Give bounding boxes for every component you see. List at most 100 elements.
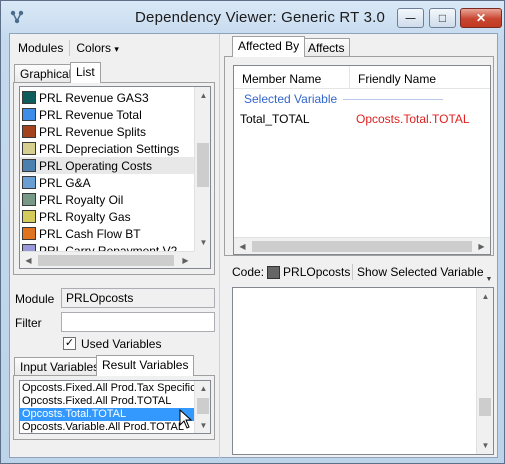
menu-bar: Modules Colors ▾ [14,38,123,58]
dependency-viewer-window: Dependency Viewer: Generic RT 3.0 — □ ✕ … [0,0,505,464]
used-variables-label: Used Variables [81,337,162,351]
color-swatch [22,91,36,104]
grid-header: Member Name Friendly Name [234,66,490,89]
list-item[interactable]: Opcosts.Variable.All Prod.TOTAL [20,421,194,433]
pane-splitter[interactable] [219,34,220,459]
list-item[interactable]: PRL G&A [20,174,194,191]
scroll-down-icon[interactable]: ▼ [195,234,210,251]
list-item[interactable]: PRL Revenue GAS3 [20,89,194,106]
group-header: Selected Variable [244,92,444,106]
scroll-left-icon[interactable]: ◀ [20,252,37,268]
code-label: Code: [232,265,265,279]
scroll-up-icon[interactable]: ▲ [477,288,494,305]
scroll-thumb[interactable] [197,398,209,414]
list-item[interactable]: PRL Cash Flow BT [20,225,194,242]
title-bar[interactable]: Dependency Viewer: Generic RT 3.0 — □ ✕ [1,1,504,33]
tab-input-variables[interactable]: Input Variables [14,357,106,376]
code-toolbar: Code: PRLOpcosts Show Selected Variable … [230,260,494,284]
module-list-hscroll[interactable]: ◀ ▶ [20,251,194,268]
scroll-corner [194,251,210,268]
show-selected-variable-button[interactable]: Show Selected Variable [357,260,484,284]
filter-input[interactable] [61,312,215,332]
filter-label: Filter [15,316,42,330]
menu-colors[interactable]: Colors ▾ [72,41,123,55]
list-item-label: PRL Operating Costs [39,158,152,173]
tab-affected-by[interactable]: Affected By [232,36,306,57]
module-list-vscroll[interactable]: ▲ ▼ [194,87,210,251]
app-icon [10,10,24,24]
list-item[interactable]: Opcosts.Fixed.All Prod.TOTAL [20,395,194,408]
color-swatch [22,108,36,121]
tab-graphical[interactable]: Graphical [14,64,78,83]
code-module-button[interactable]: Code: PRLOpcosts [232,260,350,284]
scroll-thumb[interactable] [197,143,209,187]
scroll-up-icon[interactable]: ▲ [195,87,210,104]
list-tab-panel: PRL Revenue GAS3 PRL Revenue Total PRL R… [13,82,215,275]
minimize-icon: — [405,12,416,24]
color-swatch [22,227,36,240]
close-button[interactable]: ✕ [460,8,502,28]
scroll-right-icon[interactable]: ▶ [177,252,194,268]
code-module-label: PRLOpcosts [283,265,351,279]
list-item-selected[interactable]: Opcosts.Total.TOTAL [20,408,194,421]
scroll-thumb[interactable] [479,398,491,416]
list-item-label: PRL G&A [39,175,91,190]
list-item-label: PRL Royalty Oil [39,192,124,207]
list-item-label: PRL Cash Flow BT [39,226,141,241]
module-list[interactable]: PRL Revenue GAS3 PRL Revenue Total PRL R… [19,86,211,269]
list-item[interactable]: PRL Revenue Splits [20,123,194,140]
overflow-icon[interactable]: ▼ [484,276,494,284]
list-item[interactable]: PRL Royalty Oil [20,191,194,208]
code-view[interactable]: ▲ ▼ [232,287,494,455]
result-list-vscroll[interactable]: ▲ ▼ [194,381,210,433]
color-swatch [22,193,36,206]
scroll-right-icon[interactable]: ▶ [473,238,490,254]
close-icon: ✕ [475,11,487,25]
list-item-label: PRL Revenue GAS3 [39,90,149,105]
minimize-button[interactable]: — [397,8,424,28]
maximize-icon: □ [438,11,447,25]
hscroll-thumb[interactable] [252,241,472,252]
scroll-up-icon[interactable]: ▲ [195,381,210,395]
code-color-swatch [267,265,281,279]
tab-affects[interactable]: Affects [302,38,351,57]
group-divider [343,98,444,100]
list-item-label: PRL Revenue Total [39,107,142,122]
mouse-cursor-icon [179,409,193,429]
list-item[interactable]: PRL Royalty Gas [20,208,194,225]
scroll-left-icon[interactable]: ◀ [234,238,251,254]
module-label: Module [15,292,55,306]
result-variables-items: Opcosts.Fixed.All Prod.Tax Specific Opco… [20,382,196,433]
table-row[interactable]: Total_TOTAL Opcosts.Total.TOTAL [234,110,490,128]
maximize-button[interactable]: □ [429,8,456,28]
cell-member-name: Total_TOTAL [240,112,310,126]
cell-friendly-name: Opcosts.Total.TOTAL [356,112,470,126]
color-swatch [22,125,36,138]
list-item[interactable]: Opcosts.Fixed.All Prod.Tax Specific [20,382,196,395]
scroll-down-icon[interactable]: ▼ [477,437,494,454]
list-item-label: PRL Royalty Gas [39,209,131,224]
color-swatch [22,142,36,155]
client-area: Modules Colors ▾ Graphical List PRL Reve… [9,33,498,459]
menu-colors-label: Colors [76,41,112,55]
scroll-down-icon[interactable]: ▼ [195,418,210,432]
list-item[interactable]: PRL Depreciation Settings [20,140,194,157]
column-friendly-name[interactable]: Friendly Name [350,66,490,89]
tab-result-variables[interactable]: Result Variables [96,355,195,376]
grid-hscroll[interactable]: ◀ ▶ [234,237,490,254]
module-field: PRLOpcosts [61,288,215,308]
list-item-label: PRL Revenue Splits [39,124,146,139]
list-item-selected[interactable]: PRL Operating Costs [20,157,194,174]
used-variables-checkbox[interactable]: ✓ [63,337,76,350]
column-member-name[interactable]: Member Name [234,66,350,89]
affected-grid[interactable]: Member Name Friendly Name Selected Varia… [233,65,491,255]
list-item-label: PRL Depreciation Settings [39,141,180,156]
code-vscroll[interactable]: ▲ ▼ [476,288,493,454]
hscroll-thumb[interactable] [38,255,174,266]
color-swatch [22,210,36,223]
menu-modules[interactable]: Modules [14,41,67,55]
list-item[interactable]: PRL Revenue Total [20,106,194,123]
module-list-items: PRL Revenue GAS3 PRL Revenue Total PRL R… [20,89,194,259]
tab-list[interactable]: List [70,62,101,83]
window-title: Dependency Viewer: Generic RT 3.0 [135,9,386,26]
